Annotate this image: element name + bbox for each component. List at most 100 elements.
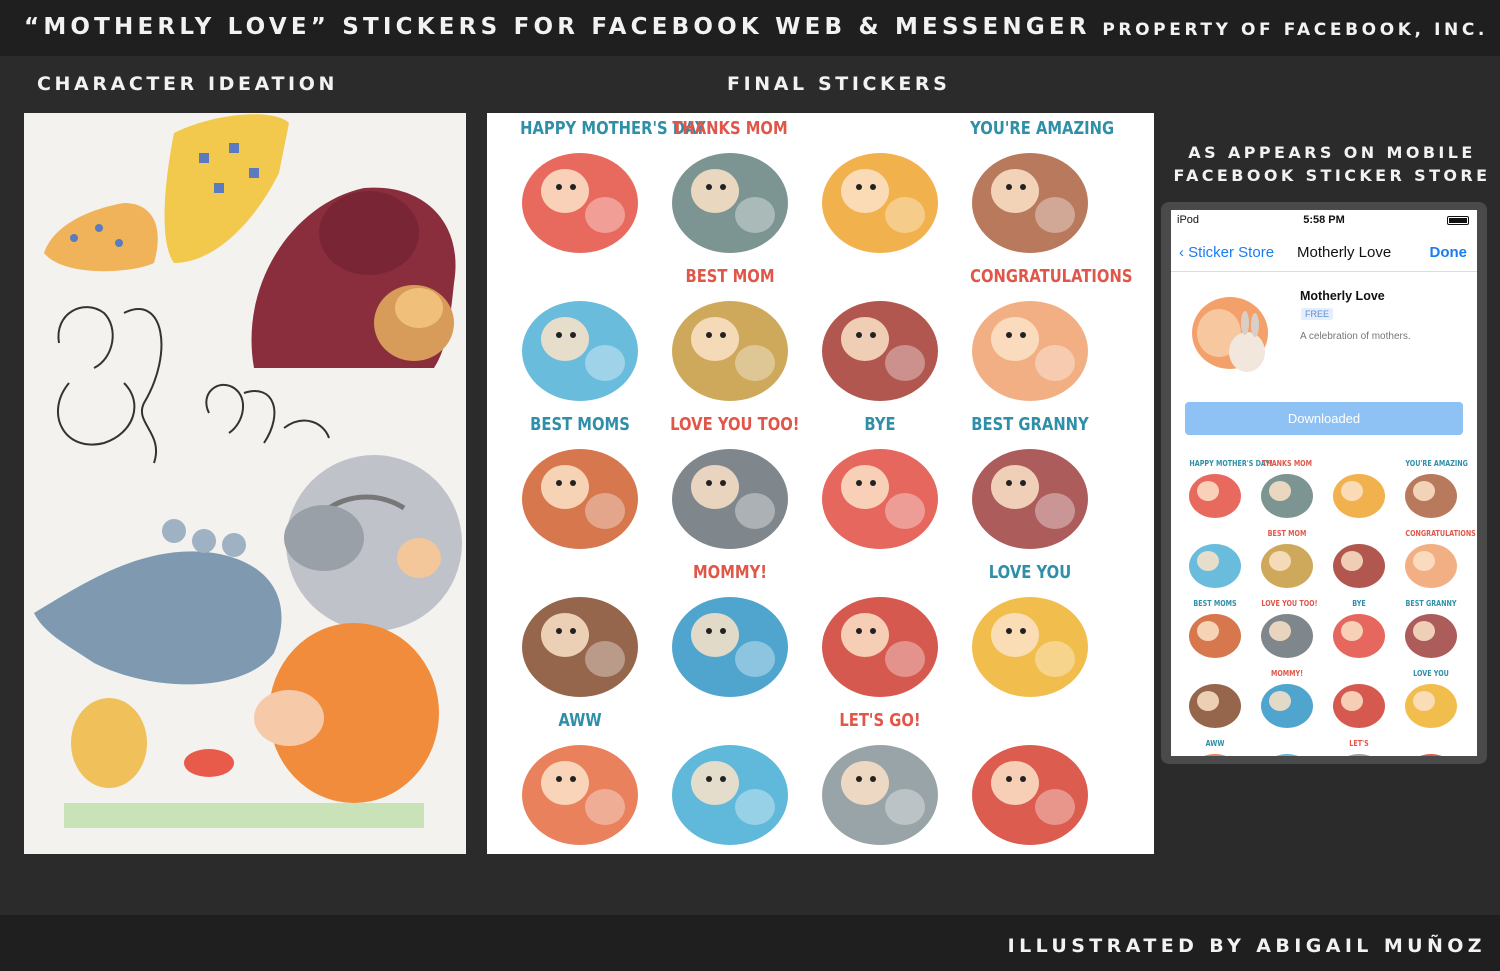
mini-sticker-icon [1276, 754, 1298, 756]
ideation-heading: CHARACTER IDEATION [37, 73, 338, 95]
price-badge: FREE [1301, 308, 1334, 320]
mini-sticker-icon [1333, 474, 1385, 518]
mini-sticker[interactable]: BEST MOMS [1183, 598, 1247, 660]
sticker-elephant-with-calf[interactable]: THANKS MOM [657, 117, 803, 259]
mini-sticker-caption: BEST MOMS [1193, 599, 1237, 608]
sticker-baby-birds-nest[interactable]: MOMMY! [657, 561, 803, 703]
footer-bar: ILLUSTRATED BY ABIGAIL MUÑOZ [0, 915, 1500, 971]
mini-sticker[interactable]: BEST GRANNY [1399, 598, 1463, 660]
sticker-dachshund-family[interactable] [807, 265, 953, 407]
monkey-with-baby-icon [822, 153, 938, 253]
pack-thumbnail-icon [1192, 297, 1268, 372]
sticker-tiger-with-cub[interactable] [957, 709, 1103, 851]
sticker-dolphin-with-calf[interactable]: BEST MOM [657, 265, 803, 407]
mini-sticker-caption: BEST GRANNY [1405, 599, 1457, 608]
sticker-monkey-with-baby[interactable] [807, 117, 953, 259]
mini-sticker[interactable] [1183, 668, 1247, 730]
dachshund-family-icon [822, 301, 938, 401]
property-notice: PROPERTY OF FACEBOOK, INC. [1102, 20, 1488, 40]
nav-title: Motherly Love [1297, 244, 1392, 261]
mini-sticker[interactable] [1327, 458, 1391, 520]
sticker-cat-with-kitten[interactable]: AWW [507, 709, 653, 851]
mini-sticker-icon [1189, 544, 1241, 588]
sticker-caption: BYE [864, 414, 896, 435]
chevron-left-icon: ‹ [1179, 244, 1189, 261]
sticker-mouse-with-flower[interactable] [507, 265, 653, 407]
sticker-birds-waving[interactable]: BYE [807, 413, 953, 555]
done-button[interactable]: Done [1430, 244, 1468, 261]
back-label: Sticker Store [1188, 244, 1275, 261]
sticker-caption: LOVE YOU [988, 562, 1072, 583]
final-stickers-heading: FINAL STICKERS [727, 73, 951, 95]
sticker-bear-and-iguana[interactable]: YOU'RE AMAZING [957, 117, 1114, 259]
mini-sticker-icon [1420, 754, 1442, 756]
sticker-squirrel-moms[interactable]: BEST MOMS [507, 413, 653, 555]
sticker-bear-hug[interactable] [507, 561, 653, 703]
mouse-with-flower-icon [522, 301, 638, 401]
mini-sticker[interactable]: BYE [1327, 598, 1391, 660]
mini-sticker[interactable] [1399, 738, 1463, 756]
red-panda-heart-icon [822, 597, 938, 697]
nav-bar: ‹ Sticker Store Motherly Love Done [1171, 236, 1477, 272]
mini-sticker[interactable] [1183, 528, 1247, 590]
bear-sketch [251, 187, 456, 368]
sticker-opossum-family[interactable]: LET'S GO! [807, 709, 953, 851]
mini-sticker[interactable]: LOVE YOU TOO! [1255, 598, 1319, 660]
sticker-hamster-with-bunny[interactable]: CONGRATULATIONS [957, 265, 1133, 407]
sticker-caption: AWW [558, 710, 602, 731]
mini-sticker[interactable]: YOU'RE AMAZING [1399, 458, 1468, 520]
sticker-wolf-with-cub[interactable]: LOVE YOU TOO! [657, 413, 803, 555]
mini-sticker[interactable] [1255, 738, 1319, 756]
mini-sticker[interactable] [1327, 668, 1391, 730]
sticker-red-panda-heart[interactable] [807, 561, 953, 703]
mini-sticker-grid: HAPPY MOTHER'S DAY! THANKS MOM YOU'RE AMAZ… [1183, 458, 1476, 756]
mini-sticker-icon [1333, 684, 1385, 728]
sticker-hen-with-chicks[interactable]: HAPPY MOTHER'S DAY! [507, 117, 712, 259]
mini-sticker[interactable]: CONGRATULATIONS [1399, 528, 1476, 590]
leopard-sketch [44, 114, 289, 272]
sticker-caption: CONGRATULATIONS [970, 266, 1133, 287]
sticker-otter-in-water[interactable] [657, 709, 803, 851]
pack-name: Motherly Love [1300, 289, 1385, 303]
mini-sticker-caption: MOMMY! [1270, 669, 1304, 678]
otter-in-water-icon [672, 745, 788, 845]
downloaded-button[interactable]: Downloaded [1185, 402, 1463, 435]
tiger-with-cub-icon [972, 745, 1088, 845]
battery-icon [1447, 216, 1469, 225]
mini-sticker-caption: YOU'RE AMAZING [1405, 459, 1468, 468]
mini-sticker-caption: LET'S [1349, 739, 1369, 748]
phone-screen: iPod 5:58 PM ‹ Sticker Store Motherly Lo… [1171, 210, 1477, 756]
mini-sticker[interactable]: AWW [1183, 738, 1247, 756]
mini-sticker[interactable]: THANKS MOM [1255, 458, 1319, 520]
sticker-caption: BEST GRANNY [971, 414, 1089, 435]
mini-sticker-caption: AWW [1205, 739, 1225, 748]
sticker-grid: HAPPY MOTHER'S DAY! THANKS MOM YOU'RE AMAZ… [487, 113, 1154, 854]
mini-sticker[interactable]: MOMMY! [1255, 668, 1319, 730]
mini-sticker[interactable]: HAPPY MOTHER'S DAY! [1183, 458, 1273, 520]
sticker-giraffe-with-calf[interactable]: LOVE YOU [957, 561, 1103, 703]
mini-sticker[interactable]: BEST MOM [1255, 528, 1319, 590]
mini-sticker-caption: THANKS MOM [1261, 459, 1312, 468]
character-ideation-panel [24, 113, 466, 854]
mini-sticker-caption: BEST MOM [1267, 529, 1307, 538]
sticker-caption: BEST MOM [685, 266, 775, 287]
mini-sticker-icon [1189, 684, 1241, 728]
sticker-caption: BEST MOMS [530, 414, 630, 435]
sticker-caption: MOMMY! [692, 562, 768, 583]
phone-mockup: iPod 5:58 PM ‹ Sticker Store Motherly Lo… [1161, 202, 1487, 764]
back-button[interactable]: ‹ Sticker Store [1179, 244, 1274, 261]
status-time: 5:58 PM [1303, 214, 1345, 226]
cat-sketch [284, 455, 462, 631]
sticker-caption: LET'S GO! [839, 710, 921, 731]
header-bar: “MOTHERLY LOVE” STICKERS FOR FACEBOOK WE… [0, 0, 1500, 56]
ideation-sketches [34, 114, 462, 828]
mini-sticker[interactable]: LOVE YOU [1399, 668, 1463, 730]
mini-sticker-caption: LOVE YOU [1413, 669, 1449, 678]
page-title: “MOTHERLY LOVE” STICKERS FOR FACEBOOK WE… [24, 14, 1091, 40]
mini-sticker-caption: CONGRATULATIONS [1405, 529, 1476, 538]
mini-sticker[interactable] [1327, 528, 1391, 590]
sticker-caption: LOVE YOU TOO! [670, 414, 800, 435]
sticker-owl-granny[interactable]: BEST GRANNY [957, 413, 1103, 555]
mini-sticker-caption: LOVE YOU TOO! [1261, 599, 1318, 608]
mini-sticker[interactable]: LET'S [1327, 738, 1391, 756]
